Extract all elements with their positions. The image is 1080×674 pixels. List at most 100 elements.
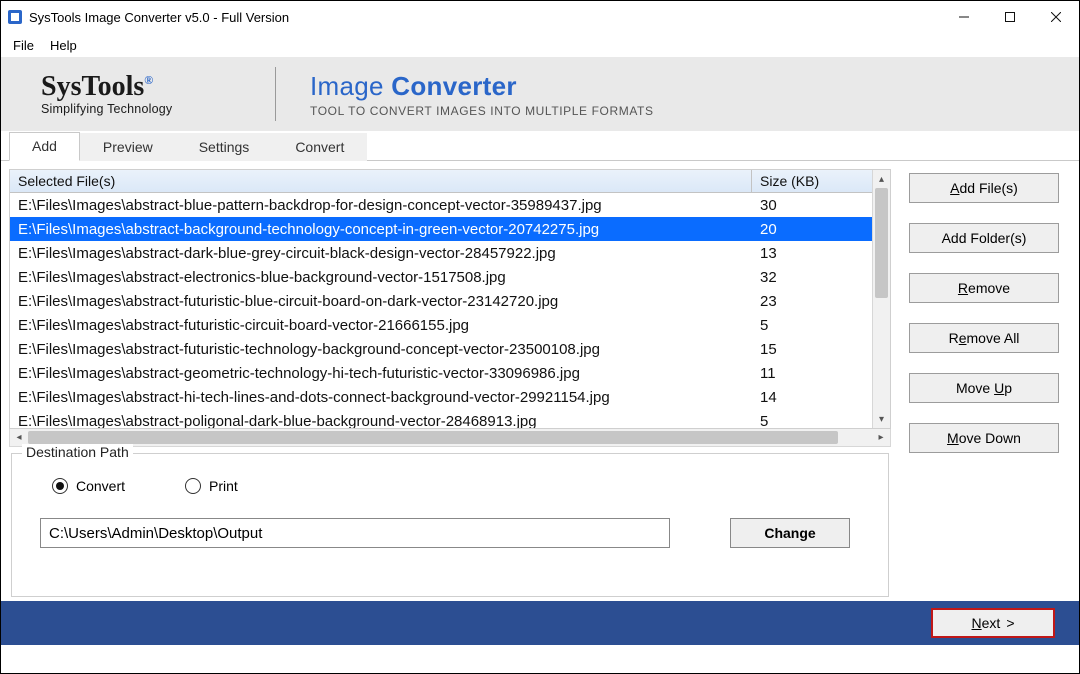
radio-convert[interactable]: Convert [52,478,125,494]
work-area: Selected File(s) Size (KB) E:\Files\Imag… [1,161,1079,601]
cell-path: E:\Files\Images\abstract-futuristic-tech… [10,341,752,358]
label-pre: R [949,330,959,346]
destination-legend: Destination Path [22,444,133,460]
table-row[interactable]: E:\Files\Images\abstract-electronics-blu… [10,265,872,289]
table-row[interactable]: E:\Files\Images\abstract-hi-tech-lines-a… [10,385,872,409]
table-row[interactable]: E:\Files\Images\abstract-futuristic-circ… [10,313,872,337]
tab-preview[interactable]: Preview [80,133,176,161]
radio-print-label: Print [209,478,238,494]
file-table: Selected File(s) Size (KB) E:\Files\Imag… [9,169,891,429]
scroll-left-icon[interactable]: ◂ [10,432,28,443]
label-rest: ext [982,615,1001,631]
change-button[interactable]: Change [730,518,850,548]
cell-path: E:\Files\Images\abstract-electronics-blu… [10,269,752,286]
banner: SysTools® Simplifying Technology Image C… [1,57,1079,131]
next-button[interactable]: Next > [931,608,1055,638]
cell-size: 30 [752,197,872,214]
label-rest: move All [967,330,1020,346]
cell-size: 11 [752,365,872,382]
menu-file[interactable]: File [5,36,42,55]
product-word-converter: Converter [391,71,517,101]
radio-print[interactable]: Print [185,478,238,494]
remove-button[interactable]: Remove [909,273,1059,303]
logo-text: SysTools® [41,72,241,101]
table-row[interactable]: E:\Files\Images\abstract-background-tech… [10,217,872,241]
column-header-path[interactable]: Selected File(s) [10,170,752,192]
mnemonic: e [959,330,967,346]
product-title-block: Image Converter TOOL TO CONVERT IMAGES I… [310,71,654,118]
cell-size: 20 [752,221,872,238]
cell-size: 5 [752,413,872,429]
banner-divider [275,67,276,121]
cell-path: E:\Files\Images\abstract-poligonal-dark-… [10,413,752,429]
cell-path: E:\Files\Images\abstract-hi-tech-lines-a… [10,389,752,406]
window-title: SysTools Image Converter v5.0 - Full Ver… [29,10,289,25]
cell-path: E:\Files\Images\abstract-futuristic-circ… [10,317,752,334]
cell-path: E:\Files\Images\abstract-dark-blue-grey-… [10,245,752,262]
tab-convert[interactable]: Convert [272,133,367,161]
menu-help[interactable]: Help [42,36,85,55]
radio-dot-icon [185,478,201,494]
table-row[interactable]: E:\Files\Images\abstract-poligonal-dark-… [10,409,872,428]
scroll-thumb[interactable] [875,188,888,298]
cell-size: 15 [752,341,872,358]
add-files-button[interactable]: Add File(s) [909,173,1059,203]
mnemonic: N [972,615,982,631]
column-header-size[interactable]: Size (KB) [752,170,872,192]
close-button[interactable] [1033,1,1079,33]
horizontal-scrollbar[interactable]: ◂ ▸ [9,429,891,447]
destination-path-input[interactable] [40,518,670,548]
table-body: E:\Files\Images\abstract-blue-pattern-ba… [10,193,872,428]
app-icon [7,9,23,25]
mnemonic: R [958,280,968,296]
tab-strip: Add Preview Settings Convert [1,131,1079,161]
left-pane: Selected File(s) Size (KB) E:\Files\Imag… [1,161,897,601]
title-bar: SysTools Image Converter v5.0 - Full Ver… [1,1,1079,33]
table-row[interactable]: E:\Files\Images\abstract-blue-pattern-ba… [10,193,872,217]
vertical-scrollbar[interactable]: ▴ ▾ [872,170,890,428]
cell-size: 13 [752,245,872,262]
cell-path: E:\Files\Images\abstract-futuristic-blue… [10,293,752,310]
label-rest: dd File(s) [959,180,1017,196]
action-pane: Add File(s) Add Folder(s) Remove Remove … [897,161,1079,601]
add-folders-button[interactable]: Add Folder(s) [909,223,1059,253]
mnemonic: U [994,380,1004,396]
scroll-right-icon[interactable]: ▸ [872,432,890,443]
hscroll-thumb[interactable] [28,431,838,444]
menu-bar: File Help [1,33,1079,57]
cell-size: 23 [752,293,872,310]
label-rest: emove [968,280,1010,296]
scroll-up-icon[interactable]: ▴ [873,170,890,188]
destination-groupbox: Destination Path Convert Print Change [11,453,889,597]
registered-icon: ® [144,73,153,87]
maximize-button[interactable] [987,1,1033,33]
footer-bar: Next > [1,601,1079,645]
mnemonic: M [947,430,959,446]
remove-all-button[interactable]: Remove All [909,323,1059,353]
tab-add[interactable]: Add [9,132,80,161]
cell-size: 5 [752,317,872,334]
product-subtitle: TOOL TO CONVERT IMAGES INTO MULTIPLE FOR… [310,104,654,118]
cell-path: E:\Files\Images\abstract-background-tech… [10,221,752,238]
table-row[interactable]: E:\Files\Images\abstract-futuristic-blue… [10,289,872,313]
table-row[interactable]: E:\Files\Images\abstract-dark-blue-grey-… [10,241,872,265]
cell-path: E:\Files\Images\abstract-geometric-techn… [10,365,752,382]
move-up-button[interactable]: Move Up [909,373,1059,403]
table-row[interactable]: E:\Files\Images\abstract-geometric-techn… [10,361,872,385]
table-header: Selected File(s) Size (KB) [10,170,872,193]
chevron-right-icon: > [1006,615,1014,631]
logo-tagline: Simplifying Technology [41,102,241,116]
minimize-button[interactable] [941,1,987,33]
label-rest: ove Down [959,430,1021,446]
cell-size: 32 [752,269,872,286]
cell-size: 14 [752,389,872,406]
scroll-down-icon[interactable]: ▾ [873,410,890,428]
logo-main-text: SysTools [41,71,144,102]
window-controls [941,1,1079,33]
table-row[interactable]: E:\Files\Images\abstract-futuristic-tech… [10,337,872,361]
tab-settings[interactable]: Settings [176,133,273,161]
product-word-image: Image [310,71,384,101]
move-down-button[interactable]: Move Down [909,423,1059,453]
cell-path: E:\Files\Images\abstract-blue-pattern-ba… [10,197,752,214]
radio-dot-icon [52,478,68,494]
